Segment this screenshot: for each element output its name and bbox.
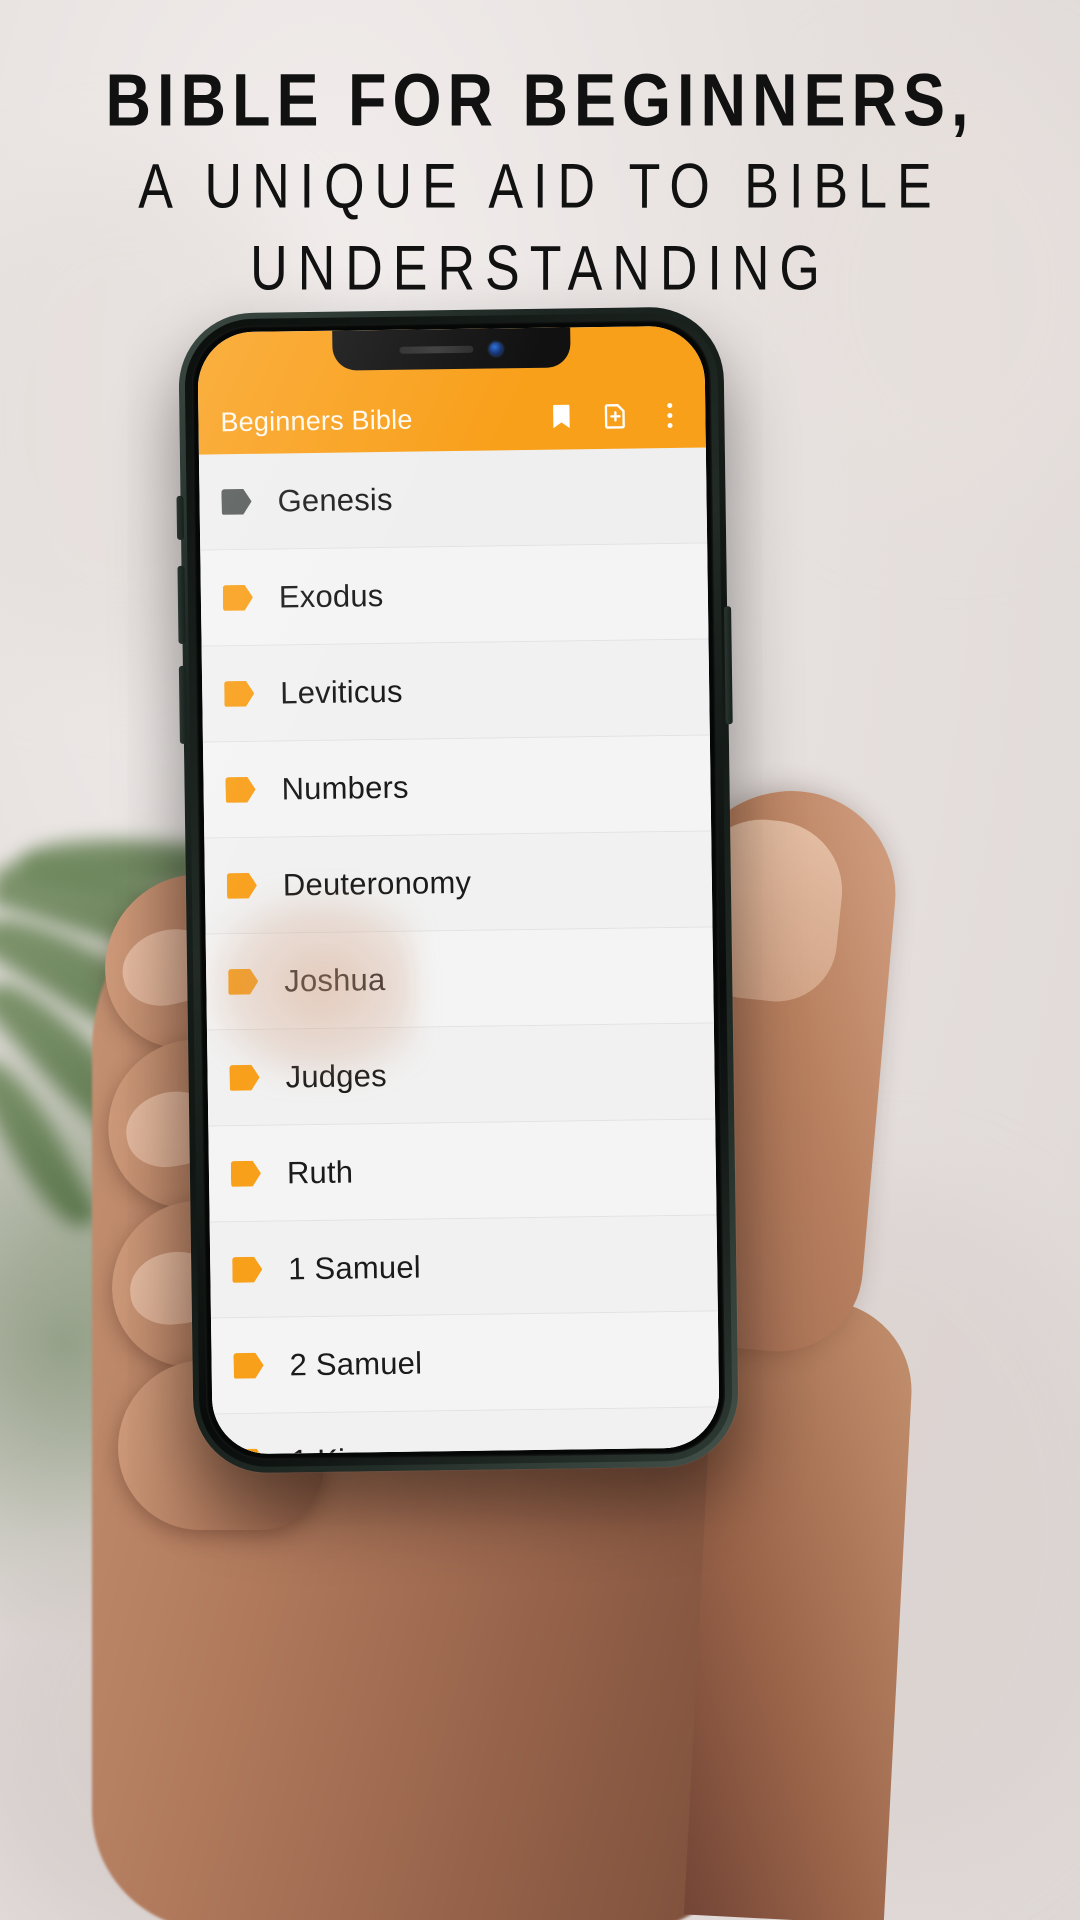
overflow-menu-icon[interactable] [655, 402, 683, 428]
bookmark-icon[interactable] [547, 402, 575, 430]
phone-screen: Beginners Bible Genesis Exodus Leviticus… [197, 325, 720, 1455]
book-tag-icon [233, 1352, 263, 1378]
menu-dot [666, 402, 672, 408]
list-item[interactable]: 2 Samuel [210, 1311, 720, 1415]
list-item[interactable]: Joshua [205, 927, 714, 1031]
menu-dot [666, 422, 673, 428]
book-tag-icon [224, 680, 254, 706]
list-item[interactable]: Deuteronomy [204, 831, 713, 935]
book-tag-icon [235, 1448, 265, 1454]
note-add-icon[interactable] [601, 402, 629, 430]
headline-line-3: UNDERSTANDING [250, 233, 830, 305]
book-tag-icon [231, 1160, 261, 1186]
menu-dot [666, 412, 672, 418]
book-name: Joshua [284, 961, 386, 998]
book-name: Ruth [286, 1153, 354, 1190]
list-item[interactable]: Numbers [202, 735, 712, 839]
list-item[interactable]: Leviticus [201, 639, 710, 743]
headline-line-2: A UNIQUE AID TO BIBLE [138, 151, 942, 223]
book-name: Judges [285, 1057, 387, 1094]
book-tag-icon [221, 488, 251, 514]
book-tag-icon [227, 872, 257, 898]
book-tag-icon [223, 584, 253, 610]
phone-notch [331, 327, 571, 371]
app-title: Beginners Bible [220, 404, 413, 438]
volume-up-button[interactable] [177, 565, 186, 644]
book-tag-icon [225, 776, 255, 802]
book-name: Deuteronomy [282, 864, 472, 902]
list-item[interactable]: 1 Samuel [209, 1215, 718, 1319]
headline-line-1: BIBLE FOR BEGINNERS, [105, 59, 975, 142]
promo-headline: BIBLE FOR BEGINNERS, A UNIQUE AID TO BIB… [0, 59, 1080, 300]
app-bar-actions [547, 401, 683, 434]
book-name: 2 Samuel [289, 1345, 423, 1382]
volume-down-button[interactable] [178, 665, 187, 744]
phone-mockup: Beginners Bible Genesis Exodus Leviticus… [176, 306, 740, 1474]
book-name: Numbers [281, 769, 409, 806]
list-item[interactable]: Judges [206, 1023, 716, 1127]
book-name: Leviticus [279, 673, 403, 710]
list-item[interactable]: 1 Kings [212, 1407, 720, 1455]
book-tag-icon [228, 968, 258, 994]
front-camera-icon [489, 341, 503, 356]
list-item[interactable]: Exodus [200, 543, 709, 647]
list-item[interactable]: Genesis [198, 447, 708, 551]
book-name: Genesis [277, 481, 393, 518]
book-name: Exodus [278, 577, 384, 614]
bible-book-list[interactable]: Genesis Exodus Leviticus Numbers Deutero… [198, 447, 720, 1455]
book-tag-icon [232, 1256, 262, 1282]
speaker-grille-icon [399, 345, 474, 354]
book-name: 1 Samuel [288, 1249, 422, 1286]
list-item[interactable]: Ruth [208, 1119, 717, 1223]
silent-switch[interactable] [176, 495, 185, 540]
book-tag-icon [229, 1064, 259, 1090]
